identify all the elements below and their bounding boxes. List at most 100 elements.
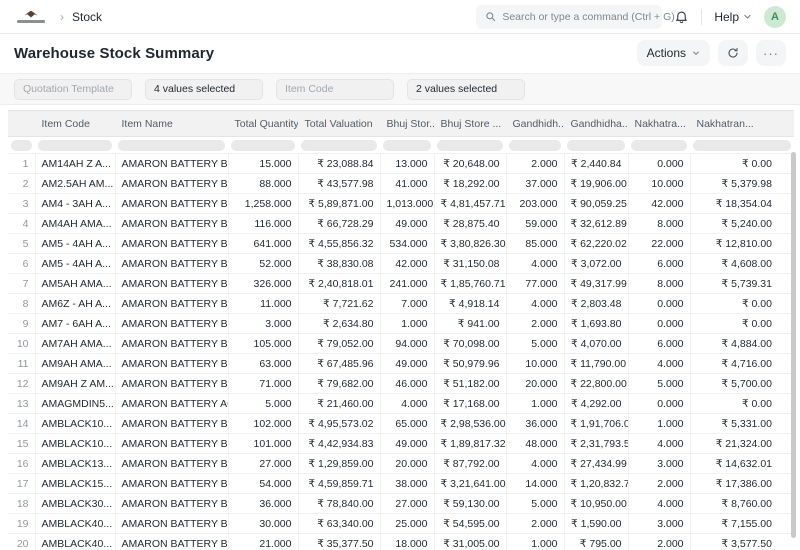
cell-gandhidham-qty[interactable]: 59.000 <box>505 213 564 234</box>
cell-nakhatrana-value[interactable]: ₹ 0.00 <box>689 293 794 314</box>
table-row[interactable]: 8AM6Z - AH A...AMARON BATTERY BE...11.00… <box>8 293 794 314</box>
table-row[interactable]: 19AMBLACK40...AMARON BATTERY BL...30.000… <box>8 513 794 534</box>
cell-total-quantity[interactable]: 641.000 <box>227 233 298 254</box>
cell-item-name[interactable]: AMARON BATTERY BL... <box>114 433 228 454</box>
cell-nakhatrana-qty[interactable]: 3.000 <box>627 453 690 474</box>
cell-gandhidham-value[interactable]: ₹ 10,950.00 <box>563 493 628 514</box>
column-header-gandhidham-qty[interactable]: Gandhidh... <box>505 110 564 137</box>
cell-gandhidham-value[interactable]: ₹ 2,440.84 <box>563 153 628 174</box>
cell-item-code[interactable]: AM9AH AMA... <box>34 353 115 374</box>
cell-gandhidham-qty[interactable]: 20.000 <box>505 373 564 394</box>
cell-item-name[interactable]: AMARON BATTERY BE... <box>114 173 228 194</box>
cell-bhuj-store-qty[interactable]: 241.000 <box>379 273 434 294</box>
cell-gandhidham-value[interactable]: ₹ 22,800.00 <box>563 373 628 394</box>
cell-total-valuation[interactable]: ₹ 2,40,818.01 <box>297 273 380 294</box>
cell-nakhatrana-value[interactable]: ₹ 0.00 <box>689 153 794 174</box>
cell-total-quantity[interactable]: 105.000 <box>227 333 298 354</box>
cell-item-code[interactable]: AM2.5AH AM... <box>34 173 115 194</box>
table-row[interactable]: 20AMBLACK40...AMARON BATTERY BL...21.000… <box>8 533 794 550</box>
cell-total-quantity[interactable]: 5.000 <box>227 393 298 414</box>
table-row[interactable]: 3AM4 - 3AH A...AMARON BATTERY BE...1,258… <box>8 193 794 214</box>
cell-item-name[interactable]: AMARON BATTERY BL... <box>114 513 228 534</box>
table-row[interactable]: 11AM9AH AMA...AMARON BATTERY BE...63.000… <box>8 353 794 374</box>
table-row[interactable]: 18AMBLACK30...AMARON BATTERY BL...36.000… <box>8 493 794 514</box>
column-filter-bhuj-store-qty[interactable] <box>383 139 431 151</box>
cell-total-quantity[interactable]: 21.000 <box>227 533 298 550</box>
cell-gandhidham-value[interactable]: ₹ 1,20,832.71 <box>563 473 628 494</box>
cell-gandhidham-value[interactable]: ₹ 49,317.99 <box>563 273 628 294</box>
menu-button[interactable]: ··· <box>756 40 786 66</box>
cell-total-quantity[interactable]: 88.000 <box>227 173 298 194</box>
cell-item-code[interactable]: AM5AH AMA... <box>34 273 115 294</box>
column-filter-gandhidham-value[interactable] <box>567 139 625 151</box>
cell-item-code[interactable]: AMBLACK13... <box>34 453 115 474</box>
cell-nakhatrana-value[interactable]: ₹ 18,354.04 <box>689 193 794 214</box>
column-filter-total-valuation[interactable] <box>301 139 377 151</box>
cell-bhuj-store-value[interactable]: ₹ 2,98,536.00 <box>433 413 506 434</box>
cell-item-name[interactable]: AMARON BATTERY BE... <box>114 313 228 334</box>
cell-gandhidham-qty[interactable]: 48.000 <box>505 433 564 454</box>
column-header-gandhidham-value[interactable]: Gandhidha... <box>563 110 628 137</box>
table-row[interactable]: 16AMBLACK13...AMARON BATTERY BL...27.000… <box>8 453 794 474</box>
cell-bhuj-store-qty[interactable]: 7.000 <box>379 293 434 314</box>
cell-gandhidham-qty[interactable]: 203.000 <box>505 193 564 214</box>
cell-bhuj-store-qty[interactable]: 42.000 <box>379 253 434 274</box>
cell-gandhidham-value[interactable]: ₹ 90,059.25 <box>563 193 628 214</box>
cell-total-quantity[interactable]: 3.000 <box>227 313 298 334</box>
cell-gandhidham-qty[interactable]: 10.000 <box>505 353 564 374</box>
column-filter-nakhatrana-value[interactable] <box>693 139 791 151</box>
table-row[interactable]: 4AM4AH AMA...AMARON BATTERY BE...116.000… <box>8 213 794 234</box>
column-filter-item-name[interactable] <box>118 139 225 151</box>
cell-nakhatrana-qty[interactable]: 6.000 <box>627 333 690 354</box>
cell-total-quantity[interactable]: 27.000 <box>227 453 298 474</box>
cell-bhuj-store-qty[interactable]: 65.000 <box>379 413 434 434</box>
cell-bhuj-store-qty[interactable]: 49.000 <box>379 213 434 234</box>
cell-gandhidham-qty[interactable]: 1.000 <box>505 533 564 550</box>
cell-gandhidham-qty[interactable]: 14.000 <box>505 473 564 494</box>
cell-bhuj-store-qty[interactable]: 13.000 <box>379 153 434 174</box>
cell-total-valuation[interactable]: ₹ 23,088.84 <box>297 153 380 174</box>
cell-gandhidham-value[interactable]: ₹ 4,292.00 <box>563 393 628 414</box>
cell-item-code[interactable]: AM14AH Z A... <box>34 153 115 174</box>
cell-total-quantity[interactable]: 326.000 <box>227 273 298 294</box>
cell-nakhatrana-qty[interactable]: 2.000 <box>627 473 690 494</box>
cell-bhuj-store-value[interactable]: ₹ 17,168.00 <box>433 393 506 414</box>
cell-gandhidham-qty[interactable]: 37.000 <box>505 173 564 194</box>
cell-nakhatrana-value[interactable]: ₹ 5,700.00 <box>689 373 794 394</box>
filter-control-3[interactable]: Item Code <box>276 78 394 100</box>
table-row[interactable]: 7AM5AH AMA...AMARON BATTERY BE...326.000… <box>8 273 794 294</box>
cell-gandhidham-value[interactable]: ₹ 32,612.89 <box>563 213 628 234</box>
cell-nakhatrana-value[interactable]: ₹ 5,739.31 <box>689 273 794 294</box>
cell-nakhatrana-qty[interactable]: 4.000 <box>627 433 690 454</box>
cell-total-quantity[interactable]: 116.000 <box>227 213 298 234</box>
table-row[interactable]: 15AMBLACK10...AMARON BATTERY BL...101.00… <box>8 433 794 454</box>
cell-total-valuation[interactable]: ₹ 38,830.08 <box>297 253 380 274</box>
cell-gandhidham-value[interactable]: ₹ 27,434.99 <box>563 453 628 474</box>
cell-bhuj-store-value[interactable]: ₹ 1,85,760.71 <box>433 273 506 294</box>
cell-bhuj-store-qty[interactable]: 46.000 <box>379 373 434 394</box>
cell-total-valuation[interactable]: ₹ 79,052.00 <box>297 333 380 354</box>
cell-total-valuation[interactable]: ₹ 4,55,856.32 <box>297 233 380 254</box>
cell-item-code[interactable]: AM7AH AMA... <box>34 333 115 354</box>
cell-bhuj-store-value[interactable]: ₹ 87,792.00 <box>433 453 506 474</box>
column-header-bhuj-store-value[interactable]: Bhuj Store ... <box>433 110 506 137</box>
cell-gandhidham-value[interactable]: ₹ 11,790.00 <box>563 353 628 374</box>
cell-nakhatrana-value[interactable]: ₹ 3,577.50 <box>689 533 794 550</box>
table-row[interactable]: 14AMBLACK10...AMARON BATTERY BL...102.00… <box>8 413 794 434</box>
cell-nakhatrana-value[interactable]: ₹ 14,632.01 <box>689 453 794 474</box>
global-search-input[interactable]: Search or type a command (Ctrl + G) <box>476 4 675 29</box>
cell-bhuj-store-qty[interactable]: 49.000 <box>379 433 434 454</box>
filter-control-1[interactable]: Quotation Template <box>14 78 132 100</box>
cell-total-valuation[interactable]: ₹ 79,682.00 <box>297 373 380 394</box>
cell-total-quantity[interactable]: 102.000 <box>227 413 298 434</box>
cell-nakhatrana-qty[interactable]: 8.000 <box>627 273 690 294</box>
cell-bhuj-store-value[interactable]: ₹ 4,918.14 <box>433 293 506 314</box>
cell-nakhatrana-qty[interactable]: 0.000 <box>627 313 690 334</box>
cell-total-quantity[interactable]: 52.000 <box>227 253 298 274</box>
filter-control-2[interactable]: 4 values selected <box>145 78 263 100</box>
cell-nakhatrana-qty[interactable]: 2.000 <box>627 533 690 550</box>
cell-gandhidham-qty[interactable]: 2.000 <box>505 513 564 534</box>
cell-item-name[interactable]: AMARON BATTERY BL... <box>114 533 228 550</box>
cell-item-name[interactable]: AMARON BATTERY BE... <box>114 353 228 374</box>
cell-gandhidham-value[interactable]: ₹ 3,072.00 <box>563 253 628 274</box>
